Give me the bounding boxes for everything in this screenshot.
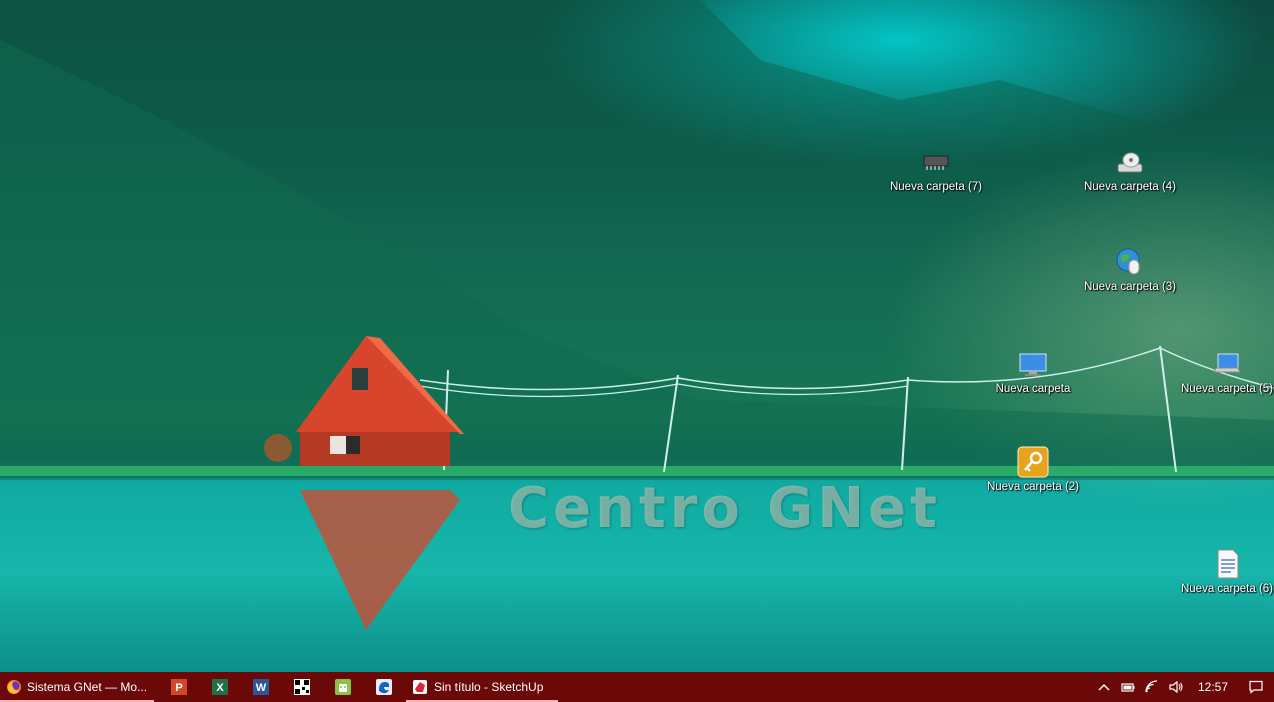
- desktop-icon-nueva-carpeta-7[interactable]: Nueva carpeta (7): [886, 146, 986, 194]
- taskbar-app-android[interactable]: [322, 672, 363, 702]
- battery-icon: [1120, 679, 1136, 695]
- show-hidden-icons-button[interactable]: [1092, 672, 1116, 702]
- key-icon: [1017, 446, 1049, 478]
- svg-text:P: P: [175, 682, 182, 694]
- sketchup-icon: [412, 679, 428, 695]
- speaker-icon: [1168, 679, 1184, 695]
- system-tray: 12:57: [1092, 672, 1274, 702]
- document-icon: [1211, 548, 1243, 580]
- taskbar: Sistema GNet — Mo... P X W Sin título - …: [0, 672, 1274, 702]
- taskbar-window-sketchup[interactable]: Sin título - SketchUp: [406, 672, 558, 702]
- taskbar-app-powerpoint[interactable]: P: [158, 672, 199, 702]
- icon-label: Nueva carpeta (7): [889, 181, 983, 193]
- taskbar-app-qr[interactable]: [281, 672, 322, 702]
- window-title: Sistema GNet — Mo...: [27, 680, 148, 694]
- firefox-icon: [6, 679, 22, 695]
- wallpaper: [0, 0, 1274, 672]
- cd-drive-icon: [1114, 146, 1146, 178]
- blue-app-icon: [375, 678, 393, 696]
- desktop: Centro GNet Nueva carpeta (7) Nueva carp…: [0, 0, 1274, 672]
- icon-label: Nueva carpeta (5): [1180, 383, 1274, 395]
- chevron-up-icon: [1096, 679, 1112, 695]
- action-center-button[interactable]: [1238, 672, 1274, 702]
- watermark: Centro GNet: [508, 476, 941, 541]
- icon-label: Nueva carpeta (2): [986, 481, 1080, 493]
- icon-label: Nueva carpeta (6): [1180, 583, 1274, 595]
- window-title: Sin título - SketchUp: [434, 680, 544, 694]
- desktop-icon-nueva-carpeta-2[interactable]: Nueva carpeta (2): [983, 446, 1083, 494]
- laptop-icon: [1211, 348, 1243, 380]
- taskbar-app-blue[interactable]: [363, 672, 404, 702]
- desktop-icon-nueva-carpeta[interactable]: Nueva carpeta: [983, 348, 1083, 396]
- icon-label: Nueva carpeta (3): [1083, 281, 1177, 293]
- globe-mouse-icon: [1114, 246, 1146, 278]
- excel-icon: X: [211, 678, 229, 696]
- word-icon: W: [252, 678, 270, 696]
- qr-app-icon: [293, 678, 311, 696]
- icon-label: Nueva carpeta (4): [1083, 181, 1177, 193]
- wifi-icon: [1144, 679, 1160, 695]
- volume-button[interactable]: [1164, 672, 1188, 702]
- taskbar-window-firefox[interactable]: Sistema GNet — Mo...: [0, 672, 154, 702]
- battery-button[interactable]: [1116, 672, 1140, 702]
- monitor-icon: [1017, 348, 1049, 380]
- desktop-icon-nueva-carpeta-4[interactable]: Nueva carpeta (4): [1080, 146, 1180, 194]
- icon-label: Nueva carpeta: [995, 383, 1071, 395]
- taskbar-app-excel[interactable]: X: [199, 672, 240, 702]
- network-button[interactable]: [1140, 672, 1164, 702]
- svg-text:W: W: [255, 682, 266, 694]
- taskbar-app-word[interactable]: W: [240, 672, 281, 702]
- svg-text:X: X: [216, 682, 224, 694]
- clock[interactable]: 12:57: [1188, 680, 1238, 694]
- desktop-icon-nueva-carpeta-5[interactable]: Nueva carpeta (5): [1177, 348, 1274, 396]
- android-app-icon: [334, 678, 352, 696]
- desktop-icon-nueva-carpeta-3[interactable]: Nueva carpeta (3): [1080, 246, 1180, 294]
- notification-icon: [1248, 679, 1264, 695]
- desktop-icon-nueva-carpeta-6[interactable]: Nueva carpeta (6): [1177, 548, 1274, 596]
- chip-icon: [920, 146, 952, 178]
- powerpoint-icon: P: [170, 678, 188, 696]
